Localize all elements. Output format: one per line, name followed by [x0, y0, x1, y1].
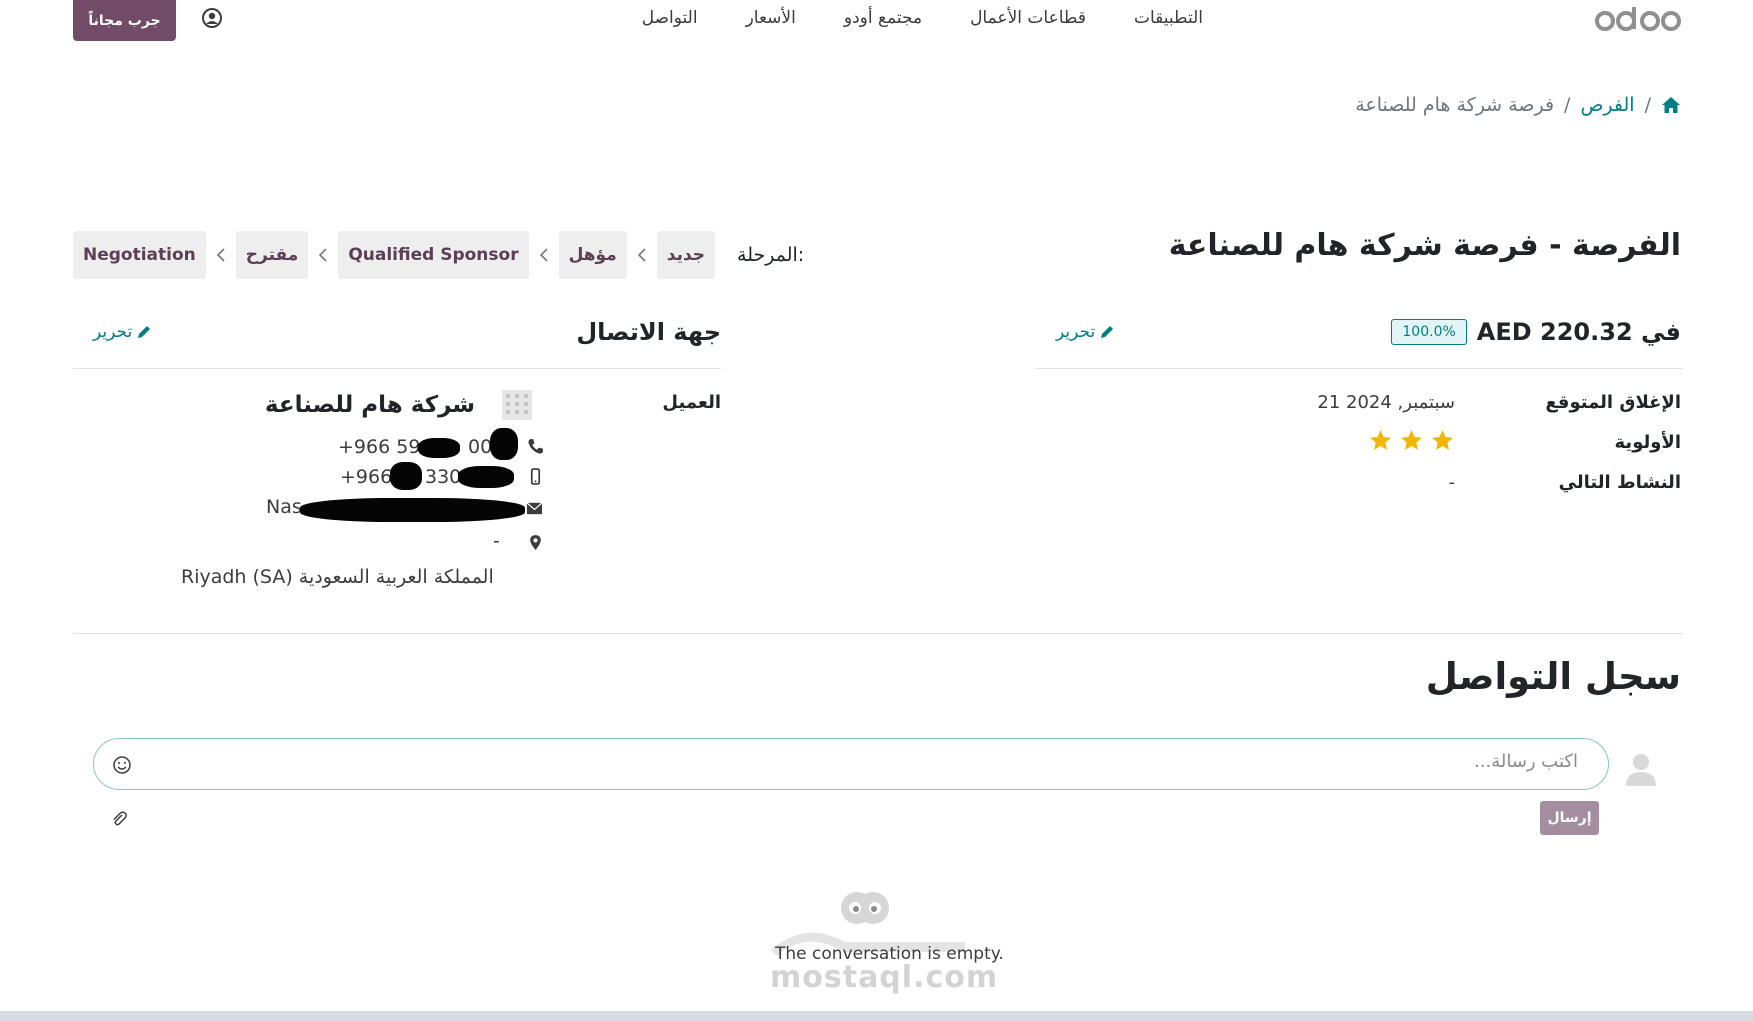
- watermark-text: mostaql.com: [770, 960, 999, 995]
- redaction-mark: [490, 428, 518, 460]
- phone-number-suffix: 00: [468, 436, 493, 458]
- priority-stars[interactable]: [1368, 428, 1455, 453]
- nav-apps[interactable]: التطبيقات: [1134, 8, 1203, 28]
- bottom-scrollbar[interactable]: [0, 1011, 1753, 1021]
- nav-contact[interactable]: التواصل: [642, 8, 698, 28]
- redaction-mark: [458, 466, 514, 488]
- star-icon[interactable]: [1399, 428, 1424, 453]
- map-marker-icon: [530, 535, 541, 550]
- pencil-icon: [1101, 326, 1114, 338]
- edit-contact-link[interactable]: تحرير: [93, 322, 152, 342]
- stage-new[interactable]: جديد: [656, 231, 716, 279]
- divider: [1035, 368, 1683, 369]
- chevron-left-icon: [216, 248, 225, 262]
- mobile-number-suffix: 330: [425, 466, 462, 488]
- page-title: الفرصة - فرصة شركة هام للصناعة: [1168, 228, 1681, 263]
- chatter-title: سجل التواصل: [1425, 655, 1681, 698]
- edit-label: تحرير: [1056, 322, 1096, 342]
- phone-icon: [528, 439, 543, 454]
- nav-community[interactable]: مجتمع أودو: [844, 8, 922, 28]
- stage-pipeline: Negotiation مقترح Qualified Sponsor مؤهل…: [73, 231, 804, 279]
- redaction-mark: [300, 498, 525, 522]
- stage-qualified-sponsor[interactable]: Qualified Sponsor: [338, 231, 529, 279]
- chevron-left-icon: [539, 248, 548, 262]
- expected-revenue: AED 220.32 في: [1476, 318, 1681, 346]
- breadcrumb: / الفرص / فرصة شركة هام للصناعة: [1355, 94, 1681, 116]
- chevron-left-icon: [319, 248, 327, 262]
- customer-name[interactable]: شركة هام للصناعة: [265, 392, 475, 418]
- next-activity-label: النشاط التالي: [1558, 472, 1681, 493]
- stage-qualified[interactable]: مؤهل: [558, 231, 627, 279]
- address-line: -: [493, 530, 500, 552]
- city-country: Riyadh (SA) المملكة العربية السعودية: [181, 566, 494, 588]
- amount-row: AED 220.32 في 100.0%: [1391, 318, 1681, 346]
- nav-industries[interactable]: قطاعات الأعمال: [970, 8, 1086, 28]
- customer-label: العميل: [662, 392, 721, 413]
- home-icon[interactable]: [1661, 96, 1681, 114]
- paperclip-icon[interactable]: [110, 810, 128, 828]
- user-account-icon[interactable]: [200, 6, 224, 30]
- emoji-icon[interactable]: [112, 755, 132, 775]
- stage-negotiation[interactable]: Negotiation: [73, 231, 206, 279]
- divider: [73, 368, 721, 369]
- redaction-mark: [418, 438, 460, 458]
- divider: [73, 633, 1683, 634]
- breadcrumb-separator: /: [1564, 94, 1571, 116]
- odoo-logo[interactable]: [1595, 4, 1681, 34]
- next-activity-value: -: [1448, 472, 1456, 493]
- mobile-icon: [530, 468, 541, 485]
- expected-closing-label: الإغلاق المتوقع: [1545, 392, 1681, 413]
- breadcrumb-opportunities-link[interactable]: الفرص: [1580, 94, 1634, 116]
- star-icon[interactable]: [1430, 428, 1455, 453]
- message-input[interactable]: [228, 751, 1578, 772]
- breadcrumb-current: فرصة شركة هام للصناعة: [1355, 94, 1555, 116]
- expected-closing-value: 21 سبتمبر, 2024: [1317, 392, 1455, 413]
- contact-section-title: جهة الاتصال: [576, 318, 721, 346]
- probability-badge: 100.0%: [1391, 319, 1467, 345]
- nav-links: التطبيقات قطاعات الأعمال مجتمع أودو الأس…: [642, 8, 1203, 28]
- user-avatar-icon: [1626, 754, 1656, 786]
- redaction-mark: [390, 462, 422, 490]
- priority-label: الأولوية: [1614, 432, 1681, 453]
- send-button[interactable]: إرسال: [1540, 801, 1599, 835]
- stage-proposal[interactable]: مقترح: [235, 231, 309, 279]
- envelope-icon: [526, 502, 543, 515]
- email-address[interactable]: Nas: [266, 496, 302, 518]
- breadcrumb-separator: /: [1644, 94, 1651, 116]
- chevron-left-icon: [637, 248, 646, 262]
- edit-opportunity-link[interactable]: تحرير: [1056, 322, 1115, 342]
- building-icon: [502, 390, 532, 420]
- nav-pricing[interactable]: الأسعار: [746, 8, 796, 28]
- stage-label: المرحلة:: [737, 244, 805, 266]
- pencil-icon: [138, 326, 151, 338]
- message-composer: [93, 738, 1609, 790]
- try-free-button[interactable]: جرب مجاناً: [73, 0, 176, 41]
- phone-number[interactable]: +966 59: [338, 436, 420, 458]
- star-icon[interactable]: [1368, 428, 1393, 453]
- edit-label: تحرير: [93, 322, 133, 342]
- mobile-number[interactable]: +966: [340, 466, 392, 488]
- top-navbar: التطبيقات قطاعات الأعمال مجتمع أودو الأس…: [0, 0, 1753, 42]
